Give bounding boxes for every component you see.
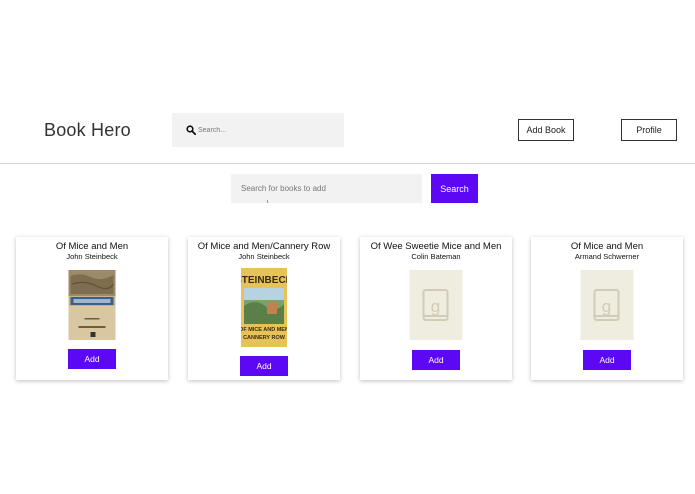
book-card: Of Wee Sweetie Mice and Men Colin Batema… — [360, 237, 512, 380]
book-card: Of Mice and Men/Cannery Row John Steinbe… — [188, 237, 340, 380]
profile-button[interactable]: Profile — [621, 119, 677, 141]
book-author: John Steinbeck — [238, 252, 290, 261]
cover-title-text-1: OF MICE AND MEN — [241, 327, 287, 333]
book-author: Colin Bateman — [411, 252, 461, 261]
of-mice-and-men-cover — [68, 270, 116, 340]
header-search-box[interactable] — [172, 113, 344, 147]
book-card: Of Mice and Men Armand Schwerner g Add — [531, 237, 683, 380]
placeholder-book-icon: g — [580, 270, 634, 340]
svg-text:g: g — [602, 297, 611, 316]
page: Book Hero Add Book Profile Search Of Mic… — [0, 0, 695, 494]
placeholder-book-icon: g — [409, 270, 463, 340]
book-title: Of Mice and Men — [570, 241, 644, 252]
add-button[interactable]: Add — [412, 350, 460, 370]
add-button[interactable]: Add — [583, 350, 631, 370]
book-title: Of Mice and Men/Cannery Row — [197, 241, 331, 252]
divider-mark — [267, 200, 268, 203]
header-search-input[interactable] — [198, 121, 338, 139]
book-title: Of Mice and Men — [55, 241, 129, 252]
add-button[interactable]: Add — [240, 356, 288, 376]
add-button[interactable]: Add — [68, 349, 116, 369]
steinbeck-cannery-row-cover: STEINBECK OF MICE AND MEN CANNERY ROW — [241, 268, 287, 347]
cover-title-text-2: CANNERY ROW — [243, 335, 286, 341]
brand-logo-text[interactable]: Book Hero — [44, 120, 131, 141]
search-icon — [186, 125, 196, 135]
book-author: John Steinbeck — [66, 252, 118, 261]
svg-text:g: g — [431, 297, 440, 316]
book-card: Of Mice and Men John Steinbeck Add — [16, 237, 168, 380]
book-search-input[interactable] — [231, 174, 422, 203]
book-title: Of Wee Sweetie Mice and Men — [370, 241, 502, 252]
book-search-button[interactable]: Search — [431, 174, 478, 203]
top-navbar: Book Hero Add Book Profile — [0, 100, 695, 164]
add-book-button[interactable]: Add Book — [518, 119, 574, 141]
book-author: Armand Schwerner — [574, 252, 640, 261]
cover-author-text: STEINBECK — [241, 275, 287, 286]
